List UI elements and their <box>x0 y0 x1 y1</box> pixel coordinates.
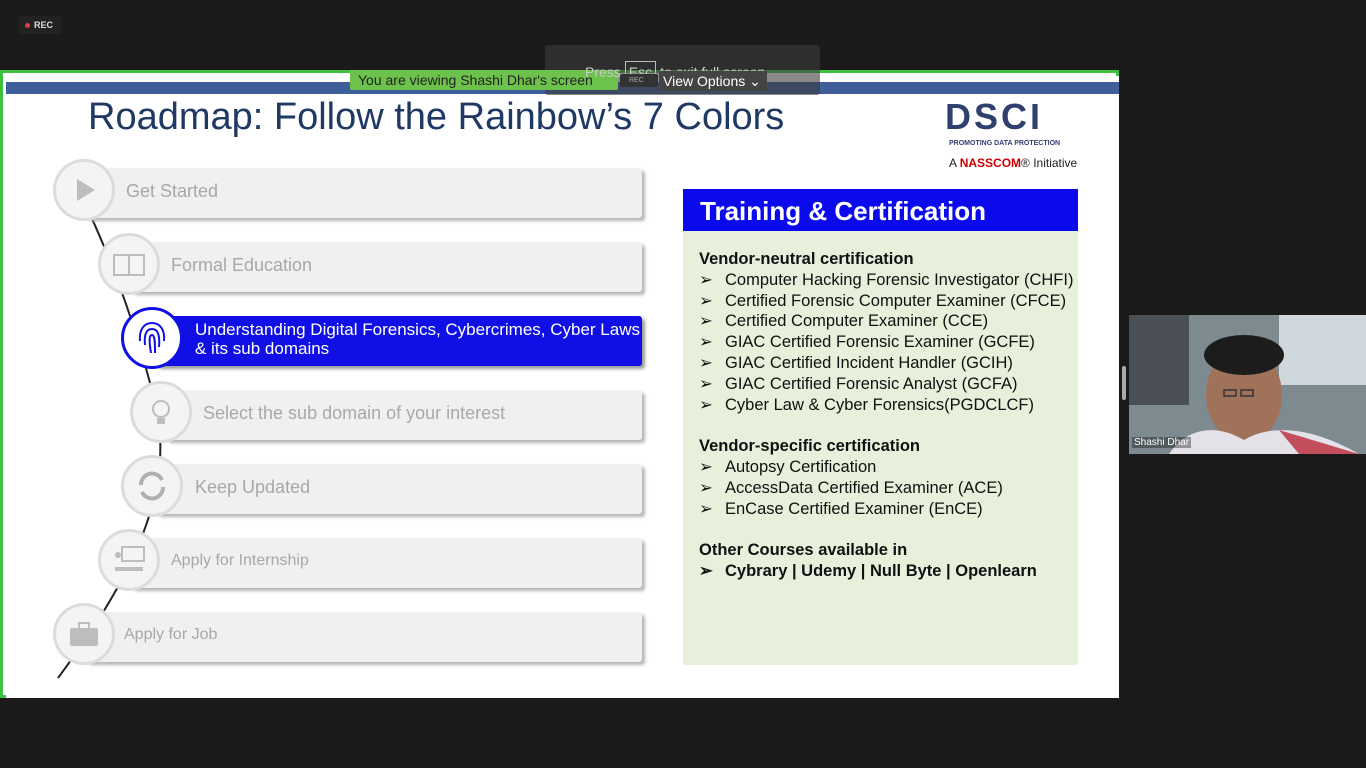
chevron-down-icon: ⌄ <box>749 73 761 89</box>
list-item-text: Certified Computer Examiner (CCE) <box>725 312 989 331</box>
shared-screen-frame: Roadmap: Follow the Rainbow’s 7 Colors D… <box>0 70 1119 698</box>
list-item: ➢ EnCase Certified Examiner (EnCE) <box>699 499 1074 520</box>
logo-sub-brand: NASSCOM <box>959 156 1022 170</box>
list-item: ➢ Certified Forensic Computer Examiner (C… <box>699 291 1074 312</box>
bullet-arrow-icon: ➢ <box>699 395 713 414</box>
list-item: ➢ Certified Computer Examiner (CCE) <box>699 311 1074 332</box>
record-dot-icon <box>25 22 30 28</box>
list-item-text: GIAC Certified Forensic Examiner (GCFE) <box>725 333 1035 352</box>
list-item-text: EnCase Certified Examiner (EnCE) <box>725 499 983 518</box>
list-item: ➢ Cyber Law & Cyber Forensics(PGDCLCF) <box>699 395 1074 416</box>
other-courses-text: Cybrary | Udemy | Null Byte | Openlearn <box>725 561 1037 580</box>
dsci-logo: DSCI PROMOTING DATA PROTECTION A NASSCOM… <box>941 96 1091 176</box>
logo-sub-suffix: ® Initiative <box>1021 156 1078 170</box>
logo-tagline: PROMOTING DATA PROTECTION <box>949 140 1061 147</box>
logo-sub-prefix: A <box>949 156 957 170</box>
panel-body: Vendor-neutral certification ➢ Computer H… <box>699 249 1074 582</box>
bullet-arrow-icon: ➢ <box>699 312 713 331</box>
esc-prefix: Press <box>585 64 621 80</box>
step-label-apply-job: Apply for Job <box>124 626 218 643</box>
participant-name: Shashi Dhar <box>1132 437 1192 448</box>
panel-title: Training & Certification <box>683 189 1078 231</box>
bullet-arrow-icon: ➢ <box>699 457 713 476</box>
play-icon <box>53 159 115 221</box>
presentation-slide: Roadmap: Follow the Rainbow’s 7 Colors D… <box>6 76 1119 698</box>
list-item: ➢ Autopsy Certification <box>699 457 1074 478</box>
list-item-text: Cyber Law & Cyber Forensics(PGDCLCF) <box>725 395 1034 414</box>
list-item: ➢ Cybrary | Udemy | Null Byte | Openlearn <box>699 561 1074 582</box>
bullet-arrow-icon: ➢ <box>699 478 713 497</box>
list-item: ➢ GIAC Certified Forensic Examiner (GCFE) <box>699 332 1074 353</box>
lightbulb-icon <box>130 381 192 443</box>
bullet-arrow-icon: ➢ <box>699 561 713 580</box>
training-certification-panel: Training & Certification Vendor-neutral … <box>683 189 1078 665</box>
recording-indicator: REC <box>18 16 62 34</box>
bullet-arrow-icon: ➢ <box>699 499 713 518</box>
bullet-arrow-icon: ➢ <box>699 291 713 310</box>
list-item: ➢ Computer Hacking Forensic Investigator … <box>699 270 1074 291</box>
step-label-understanding-forensics: Understanding Digital Forensics, Cybercr… <box>195 320 640 358</box>
other-courses-heading: Other Courses available in <box>699 541 908 560</box>
list-item: ➢ GIAC Certified Forensic Analyst (GCFA) <box>699 374 1074 395</box>
participant-video[interactable]: Shashi Dhar <box>1129 315 1366 454</box>
step-label-get-started: Get Started <box>126 181 219 201</box>
list-item-text: AccessData Certified Examiner (ACE) <box>725 478 1003 497</box>
split-drag-handle[interactable] <box>1122 366 1126 400</box>
logo-subline: A NASSCOM® Initiative <box>949 156 1077 170</box>
bullet-arrow-icon: ➢ <box>699 353 713 372</box>
viewing-screen-banner: You are viewing Shashi Dhar's screen <box>350 70 618 90</box>
vendor-specific-heading: Vendor-specific certification <box>699 437 920 456</box>
recording-label: REC <box>34 20 54 30</box>
step-label-select-subdomain: Select the sub domain of your interest <box>203 403 506 423</box>
vendor-neutral-heading: Vendor-neutral certification <box>699 250 914 268</box>
list-item-text: Computer Hacking Forensic Investigator (… <box>725 270 1074 289</box>
step-label-apply-internship: Apply for Internship <box>171 552 309 569</box>
slide-title: Roadmap: Follow the Rainbow’s 7 Colors <box>88 96 785 138</box>
view-options-label: View Options <box>663 73 746 89</box>
logo-wordmark: DSCI <box>945 96 1044 137</box>
refresh-icon <box>121 455 183 517</box>
view-options-button[interactable]: View Options ⌄ <box>659 71 767 91</box>
bullet-arrow-icon: ➢ <box>699 374 713 393</box>
fingerprint-icon <box>121 307 183 369</box>
list-item-text: Autopsy Certification <box>725 457 877 476</box>
list-item-text: Certified Forensic Computer Examiner (CF… <box>725 291 1067 310</box>
book-icon <box>98 233 160 295</box>
list-item: ➢ AccessData Certified Examiner (ACE) <box>699 478 1074 499</box>
briefcase-icon <box>53 603 115 665</box>
step-label-keep-updated: Keep Updated <box>195 477 311 497</box>
list-item-text: GIAC Certified Forensic Analyst (GCFA) <box>725 374 1018 393</box>
participant-video-feed <box>1129 315 1366 454</box>
bullet-arrow-icon: ➢ <box>699 270 713 289</box>
list-item: ➢ GIAC Certified Incident Handler (GCIH) <box>699 353 1074 374</box>
recording-mini-indicator: REC <box>620 74 658 87</box>
presentation-icon <box>98 529 160 591</box>
list-item-text: GIAC Certified Incident Handler (GCIH) <box>725 353 1013 372</box>
step-label-formal-education: Formal Education <box>171 255 313 275</box>
bullet-arrow-icon: ➢ <box>699 333 713 352</box>
roadmap-timeline: Get Started Formal Education Understandi… <box>6 159 666 686</box>
